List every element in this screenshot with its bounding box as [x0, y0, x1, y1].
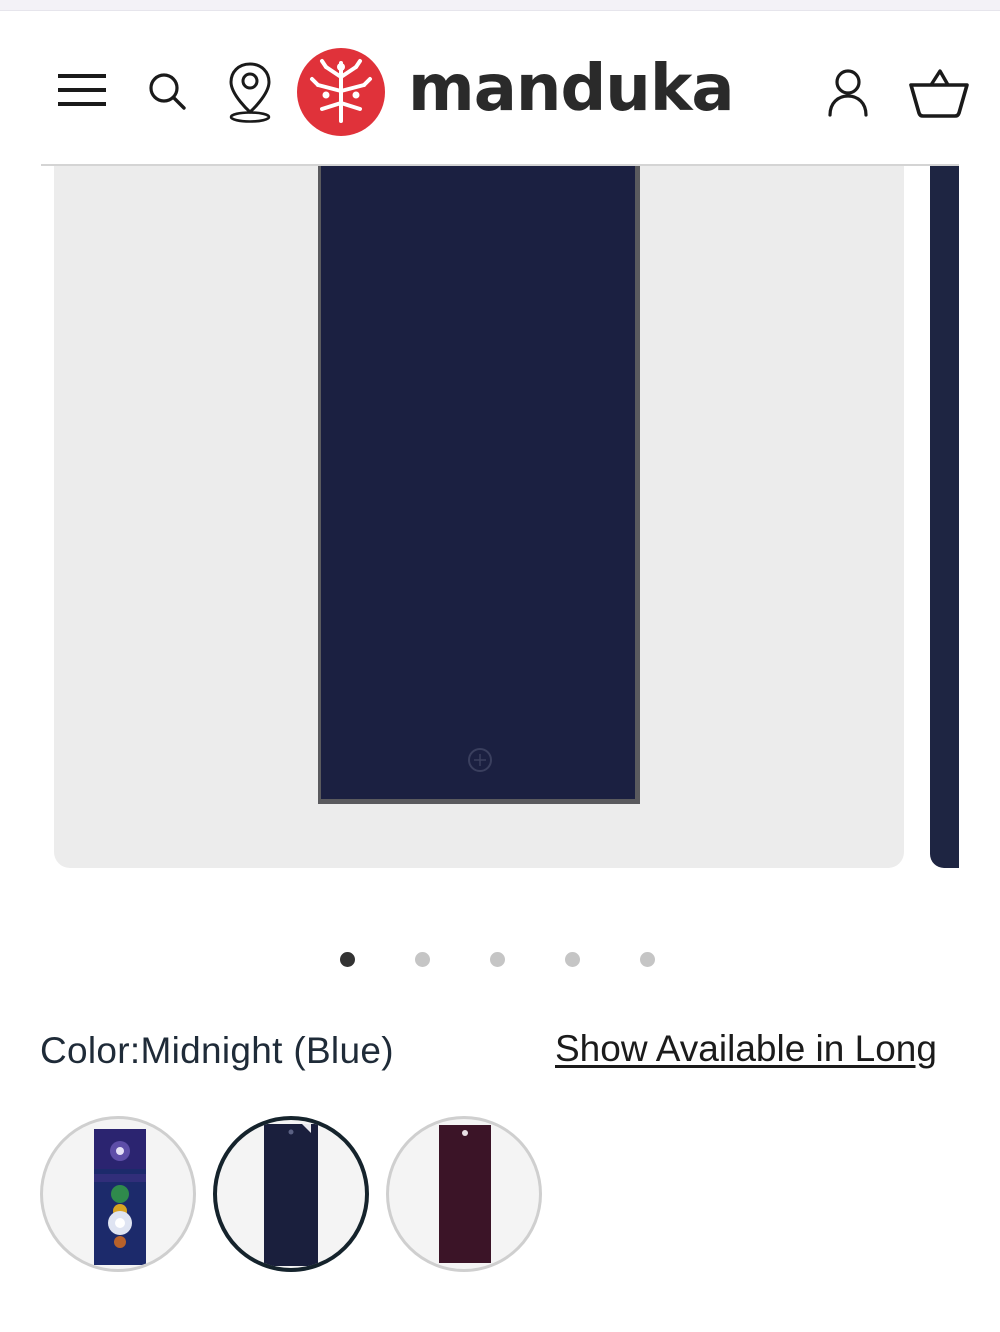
account-button[interactable]: [818, 62, 878, 124]
midnight-towel-thumbnail: [264, 1124, 318, 1266]
carousel-dot-2[interactable]: [415, 952, 430, 967]
tie-dye-towel-thumbnail: [94, 1129, 146, 1265]
carousel-dot-3[interactable]: [490, 952, 505, 967]
gallery-right-edge: [959, 166, 1000, 886]
color-swatch-plum[interactable]: [386, 1116, 542, 1272]
cart-button[interactable]: [902, 62, 976, 124]
brand-logo[interactable]: manduka: [296, 46, 735, 138]
carousel-dot-4[interactable]: [565, 952, 580, 967]
show-available-in-long-link[interactable]: Show Available in Long: [555, 1028, 937, 1070]
store-locator-button[interactable]: [222, 58, 278, 126]
product-image-slide[interactable]: [54, 166, 904, 868]
location-pin-icon: [229, 62, 271, 123]
brand-name: manduka: [408, 52, 735, 126]
menu-button[interactable]: [52, 60, 112, 120]
carousel-dot-1[interactable]: [340, 952, 355, 967]
carousel-dot-5[interactable]: [640, 952, 655, 967]
yoga-towel-image: [318, 166, 640, 804]
account-icon: [828, 69, 868, 117]
selected-color-label: Color:Midnight (Blue): [40, 1030, 394, 1071]
product-image-carousel[interactable]: [0, 166, 1000, 870]
color-swatch-midnight-blue[interactable]: [213, 1116, 369, 1272]
plum-towel-thumbnail: [439, 1125, 491, 1263]
color-swatch-tie-dye[interactable]: [40, 1116, 196, 1272]
manduka-logo-mark-icon: [297, 48, 385, 136]
carousel-pagination: [340, 952, 715, 972]
browser-top-strip: [0, 0, 1000, 11]
search-icon: [149, 73, 186, 110]
menu-icon: [58, 74, 106, 106]
search-button[interactable]: [140, 62, 194, 120]
cart-basket-icon: [909, 69, 969, 118]
